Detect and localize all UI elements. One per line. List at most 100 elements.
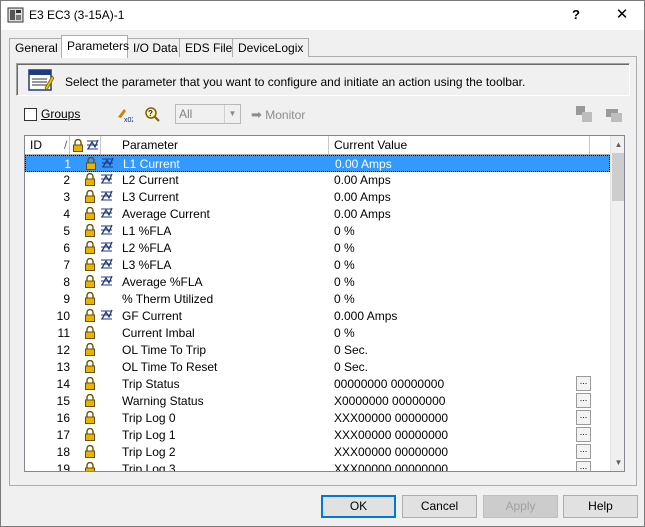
download-icon[interactable] [605, 105, 623, 123]
table-row[interactable]: 12 OL Time To Trip 0 Sec. [25, 342, 610, 359]
tab-general[interactable]: General [9, 38, 64, 57]
filter-select[interactable]: All ▼ [175, 104, 241, 124]
row-current-value[interactable]: 0.00 Amps [334, 172, 391, 189]
table-row[interactable]: 11 Current Imbal 0 % [25, 325, 610, 342]
row-parameter-name: Trip Log 3 [122, 462, 176, 472]
row-id: 5 [63, 224, 70, 238]
properties-window: E3 EC3 (3-15A)-1 ? ✕ General Parameters … [0, 0, 645, 527]
table-row[interactable]: 15 Warning Status X0000000 00000000... [25, 393, 610, 410]
find-icon[interactable]: ? [143, 105, 161, 123]
table-row[interactable]: 16 Trip Log 0 XXX00000 00000000... [25, 410, 610, 427]
scroll-up-icon[interactable]: ▲ [611, 136, 624, 153]
upload-icon[interactable] [575, 105, 593, 123]
table-row[interactable]: 18 Trip Log 2 XXX00000 00000000... [25, 444, 610, 461]
scroll-thumb[interactable] [612, 153, 624, 201]
column-header-lock[interactable] [70, 136, 101, 154]
apply-button[interactable]: Apply [483, 495, 558, 518]
lock-icon [84, 223, 96, 237]
cancel-button[interactable]: Cancel [402, 495, 477, 518]
ellipsis-button[interactable]: ... [576, 410, 591, 425]
ellipsis-button[interactable]: ... [576, 376, 591, 391]
row-current-value[interactable]: 0 % [334, 240, 355, 257]
lock-icon [84, 308, 96, 322]
column-header-filler [590, 136, 610, 154]
row-parameter-name: Trip Log 1 [122, 428, 176, 442]
row-current-value[interactable]: XXX00000 00000000 [334, 461, 448, 471]
row-current-value[interactable]: 0 % [334, 291, 355, 308]
tab-eds-file[interactable]: EDS File [179, 38, 239, 57]
monitor-icon [100, 309, 113, 322]
table-row[interactable]: 8 Average %FLA 0 % [25, 274, 610, 291]
row-parameter-name: L1 Current [123, 157, 180, 171]
column-id-label: ID [30, 138, 42, 152]
row-id: 17 [56, 428, 70, 442]
groups-label[interactable]: Groups [41, 107, 80, 121]
row-current-value[interactable]: 0 Sec. [334, 359, 368, 376]
row-current-value[interactable]: 0 Sec. [334, 342, 368, 359]
ellipsis-button[interactable]: ... [576, 444, 591, 459]
tab-parameters[interactable]: Parameters [61, 35, 129, 58]
row-current-value[interactable]: 0 % [334, 325, 355, 342]
table-row[interactable]: 4 Average Current 0.00 Amps [25, 206, 610, 223]
row-current-value[interactable]: XXX00000 00000000 [334, 410, 448, 427]
row-id: 3 [63, 190, 70, 204]
scroll-down-icon[interactable]: ▼ [611, 454, 624, 471]
lock-icon [84, 410, 96, 424]
table-header: ID / Parameter Current Value [25, 136, 610, 155]
row-current-value[interactable]: 0 % [334, 257, 355, 274]
ok-button[interactable]: OK [321, 495, 396, 518]
row-parameter-name: % Therm Utilized [122, 292, 214, 306]
row-id: 16 [56, 411, 70, 425]
row-parameter-name: L3 Current [122, 190, 179, 204]
table-row[interactable]: 6 L2 %FLA 0 % [25, 240, 610, 257]
row-current-value[interactable]: XXX00000 00000000 [334, 444, 448, 461]
help-title-button[interactable]: ? [556, 1, 596, 29]
table-row[interactable]: 7 L3 %FLA 0 % [25, 257, 610, 274]
table-row[interactable]: 14 Trip Status 00000000 00000000... [25, 376, 610, 393]
filter-select-value: All [179, 107, 193, 121]
ellipsis-button[interactable]: ... [576, 393, 591, 408]
lock-icon [84, 376, 96, 390]
table-row[interactable]: 2 L2 Current 0.00 Amps [25, 172, 610, 189]
tab-io-data[interactable]: I/O Data [127, 38, 184, 57]
monitor-button[interactable]: ➡ Monitor [251, 107, 305, 123]
row-parameter-name: L1 %FLA [122, 224, 172, 238]
table-row[interactable]: 3 L3 Current 0.00 Amps [25, 189, 610, 206]
close-button[interactable]: ✕ [600, 1, 644, 29]
row-id: 8 [63, 275, 70, 289]
vertical-scrollbar[interactable]: ▲ ▼ [610, 136, 624, 471]
table-row[interactable]: 1 L1 Current 0.00 Amps [25, 155, 610, 172]
table-row[interactable]: 9 % Therm Utilized 0 % [25, 291, 610, 308]
table-row[interactable]: 10 GF Current 0.000 Amps [25, 308, 610, 325]
column-header-current-value[interactable]: Current Value [329, 136, 590, 154]
table-row[interactable]: 13 OL Time To Reset 0 Sec. [25, 359, 610, 376]
monitor-icon [100, 207, 113, 220]
ellipsis-button[interactable]: ... [576, 461, 591, 471]
ellipsis-button[interactable]: ... [576, 427, 591, 442]
table-row[interactable]: 17 Trip Log 1 XXX00000 00000000... [25, 427, 610, 444]
table-row[interactable]: 5 L1 %FLA 0 % [25, 223, 610, 240]
row-parameter-name: OL Time To Reset [122, 360, 218, 374]
info-text: Select the parameter that you want to co… [65, 75, 526, 89]
row-current-value[interactable]: 00000000 00000000 [334, 376, 444, 393]
table-row[interactable]: 19 Trip Log 3 XXX00000 00000000... [25, 461, 610, 472]
tab-devicelogix[interactable]: DeviceLogix [232, 38, 310, 57]
row-current-value[interactable]: 0.00 Amps [334, 189, 391, 206]
row-current-value[interactable]: 0 % [334, 223, 355, 240]
help-button[interactable]: Help [563, 495, 638, 518]
monitor-icon [100, 224, 113, 237]
row-current-value[interactable]: 0.00 Amps [335, 156, 392, 173]
groups-checkbox[interactable] [24, 108, 37, 121]
row-current-value[interactable]: 0 % [334, 274, 355, 291]
row-parameter-name: GF Current [122, 309, 183, 323]
sort-icon[interactable]: x02 [115, 105, 133, 123]
window-title: E3 EC3 (3-15A)-1 [29, 8, 125, 22]
row-id: 13 [56, 360, 70, 374]
row-id: 2 [63, 173, 70, 187]
row-current-value[interactable]: XXX00000 00000000 [334, 427, 448, 444]
row-current-value[interactable]: 0.00 Amps [334, 206, 391, 223]
column-header-parameter[interactable]: Parameter [117, 136, 329, 154]
row-current-value[interactable]: 0.000 Amps [334, 308, 397, 325]
row-current-value[interactable]: X0000000 00000000 [334, 393, 445, 410]
row-id: 4 [63, 207, 70, 221]
